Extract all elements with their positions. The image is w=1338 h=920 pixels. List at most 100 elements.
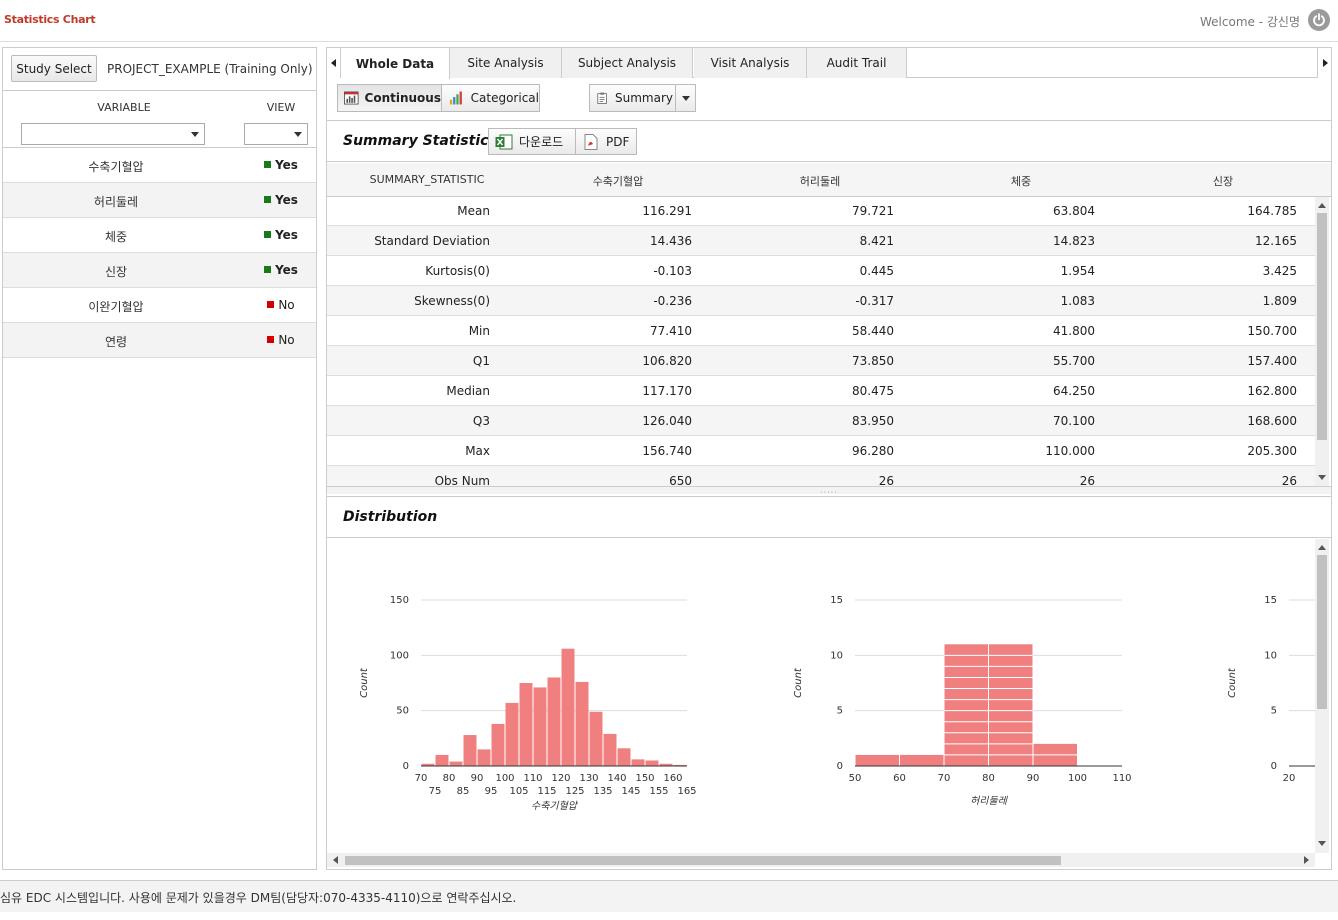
statistic-value: 12.165 bbox=[1255, 234, 1297, 248]
summary-table-body: Mean 116.291 79.721 63.804 164.785 Standard D… bbox=[327, 197, 1315, 486]
x-axis-label: 수축기혈압 bbox=[531, 800, 579, 812]
distribution-hscroll-thumb[interactable] bbox=[345, 856, 1061, 865]
x-tick-label: 75 bbox=[429, 786, 442, 797]
y-tick-label: 15 bbox=[830, 595, 843, 606]
histogram-bar[interactable] bbox=[603, 733, 617, 766]
x-tick-label: 160 bbox=[663, 773, 682, 784]
column-header: 허리둘레 bbox=[799, 175, 841, 188]
chevron-down-icon bbox=[191, 132, 199, 137]
histogram-bar[interactable] bbox=[900, 754, 944, 766]
statistic-value: 73.850 bbox=[852, 354, 894, 368]
table-row: Q1 106.820 73.850 55.700 157.400 bbox=[327, 346, 1315, 376]
variable-row[interactable]: 수축기혈압 Yes bbox=[3, 148, 316, 183]
tab-audit-trail[interactable]: Audit Trail bbox=[807, 48, 907, 78]
variable-view-status[interactable]: Yes bbox=[245, 228, 317, 242]
scroll-down-icon bbox=[1318, 475, 1326, 480]
tab-scroll-left-button[interactable] bbox=[327, 48, 341, 78]
variable-row[interactable]: 허리둘레 Yes bbox=[3, 183, 316, 218]
distribution-vertical-scrollbar[interactable] bbox=[1315, 539, 1329, 853]
analysis-toolbar: Continuous Categorical Summary bbox=[327, 79, 1331, 119]
x-tick-label: 125 bbox=[565, 786, 584, 797]
tab-subject-analysis[interactable]: Subject Analysis bbox=[562, 48, 693, 78]
x-tick-label: 110 bbox=[1112, 773, 1131, 784]
histogram-chart: 0 5 10 15 Count 20 bbox=[1227, 595, 1315, 784]
tab-whole-data[interactable]: Whole Data bbox=[341, 48, 450, 79]
histogram-bar[interactable] bbox=[645, 760, 659, 766]
x-tick-label: 70 bbox=[938, 773, 951, 784]
view-value: Yes bbox=[275, 158, 298, 172]
download-label: 다운로드 bbox=[519, 135, 564, 149]
x-axis-label: 허리둘레 bbox=[970, 795, 1009, 807]
chevron-down-icon bbox=[294, 132, 302, 137]
histogram-chart: 0 5 10 15 Count 50 60 70 80 90 100 110 허리둘레 bbox=[793, 595, 1132, 807]
statistic-value: 26 bbox=[1079, 474, 1095, 486]
variable-view-status[interactable]: Yes bbox=[245, 158, 317, 172]
variable-row[interactable]: 신장 Yes bbox=[3, 253, 316, 288]
histogram-bar[interactable] bbox=[575, 681, 589, 766]
x-tick-label: 150 bbox=[635, 773, 654, 784]
study-select-button[interactable]: Study Select bbox=[11, 55, 97, 82]
logout-button[interactable] bbox=[1308, 9, 1330, 31]
view-filter-select[interactable] bbox=[244, 123, 308, 145]
tab-site-analysis[interactable]: Site Analysis bbox=[450, 48, 562, 78]
statistic-value: 1.083 bbox=[1060, 294, 1095, 308]
histogram-bar[interactable] bbox=[477, 749, 491, 766]
distribution-scroll-thumb[interactable] bbox=[1317, 555, 1327, 709]
welcome-text: Welcome - 강신명 bbox=[1200, 15, 1300, 29]
histogram-bar[interactable] bbox=[617, 748, 631, 766]
status-square-icon bbox=[264, 231, 272, 238]
x-tick-label: 90 bbox=[1027, 773, 1040, 784]
table-row: Q3 126.040 83.950 70.100 168.600 bbox=[327, 406, 1315, 436]
variable-row[interactable]: 체중 Yes bbox=[3, 218, 316, 253]
summary-scroll-thumb[interactable] bbox=[1317, 213, 1327, 440]
histogram-bar[interactable] bbox=[533, 687, 547, 766]
tab-scroll-right-button[interactable] bbox=[1317, 48, 1331, 78]
continuous-label: Continuous bbox=[364, 91, 441, 105]
statistic-name: Q3 bbox=[472, 414, 490, 428]
histogram-bar[interactable] bbox=[561, 648, 575, 766]
status-square-icon bbox=[264, 196, 272, 203]
histogram-bar[interactable] bbox=[449, 761, 463, 766]
variable-name: 체중 bbox=[104, 230, 128, 244]
variable-panel: Study Select PROJECT_EXAMPLE (Training O… bbox=[2, 47, 317, 870]
histogram-bar[interactable] bbox=[589, 711, 603, 766]
distribution-title-bar: Distribution bbox=[327, 496, 1331, 538]
summary-dropdown-button[interactable]: Summary bbox=[589, 84, 696, 112]
variable-filter-select[interactable] bbox=[21, 123, 205, 145]
categorical-button[interactable]: Categorical bbox=[441, 84, 540, 112]
summary-vertical-scrollbar[interactable] bbox=[1315, 197, 1329, 486]
histogram-bar[interactable] bbox=[435, 754, 449, 766]
tab-visit-analysis[interactable]: Visit Analysis bbox=[694, 48, 807, 78]
histogram-bar[interactable] bbox=[631, 759, 645, 766]
histogram-bar[interactable] bbox=[463, 735, 477, 766]
y-axis-label: Count bbox=[793, 667, 804, 698]
histogram-bar[interactable] bbox=[547, 677, 561, 766]
distribution-horizontal-scrollbar[interactable] bbox=[327, 853, 1315, 867]
histogram-bar[interactable] bbox=[944, 644, 989, 766]
histogram-bar[interactable] bbox=[855, 754, 900, 766]
histogram-chart: 0 50 100 150 Count 70 80 90 100 110 120 130 140 150 16… bbox=[359, 595, 697, 812]
variable-view-status[interactable]: Yes bbox=[245, 263, 317, 277]
variable-view-status[interactable]: No bbox=[245, 333, 317, 347]
y-tick-label: 10 bbox=[1264, 650, 1277, 661]
x-tick-label: 20 bbox=[1283, 773, 1296, 784]
view-value: Yes bbox=[275, 263, 298, 277]
summary-table-header: SUMMARY_STATISTIC 수축기혈압 허리둘레 체중 신장 bbox=[327, 163, 1331, 197]
variable-view-status[interactable]: Yes bbox=[245, 193, 317, 207]
caret-right-icon bbox=[1322, 59, 1328, 67]
statistic-value: 205.300 bbox=[1247, 444, 1297, 458]
pdf-button[interactable]: PDF bbox=[575, 128, 637, 155]
histogram-bar[interactable] bbox=[491, 723, 505, 766]
variable-view-status[interactable]: No bbox=[245, 298, 317, 312]
variable-row[interactable]: 연령 No bbox=[3, 323, 316, 358]
pane-splitter[interactable]: ····· bbox=[327, 486, 1331, 497]
statistic-value: 168.600 bbox=[1247, 414, 1297, 428]
download-excel-button[interactable]: 다운로드 bbox=[488, 128, 576, 155]
summary-dropdown-toggle[interactable] bbox=[675, 85, 695, 111]
view-value: Yes bbox=[275, 193, 298, 207]
continuous-button[interactable]: Continuous bbox=[337, 84, 442, 112]
histogram-bar[interactable] bbox=[989, 644, 1033, 766]
variable-row[interactable]: 이완기혈압 No bbox=[3, 288, 316, 323]
histogram-bar[interactable] bbox=[519, 683, 533, 766]
histogram-bar[interactable] bbox=[505, 702, 519, 766]
